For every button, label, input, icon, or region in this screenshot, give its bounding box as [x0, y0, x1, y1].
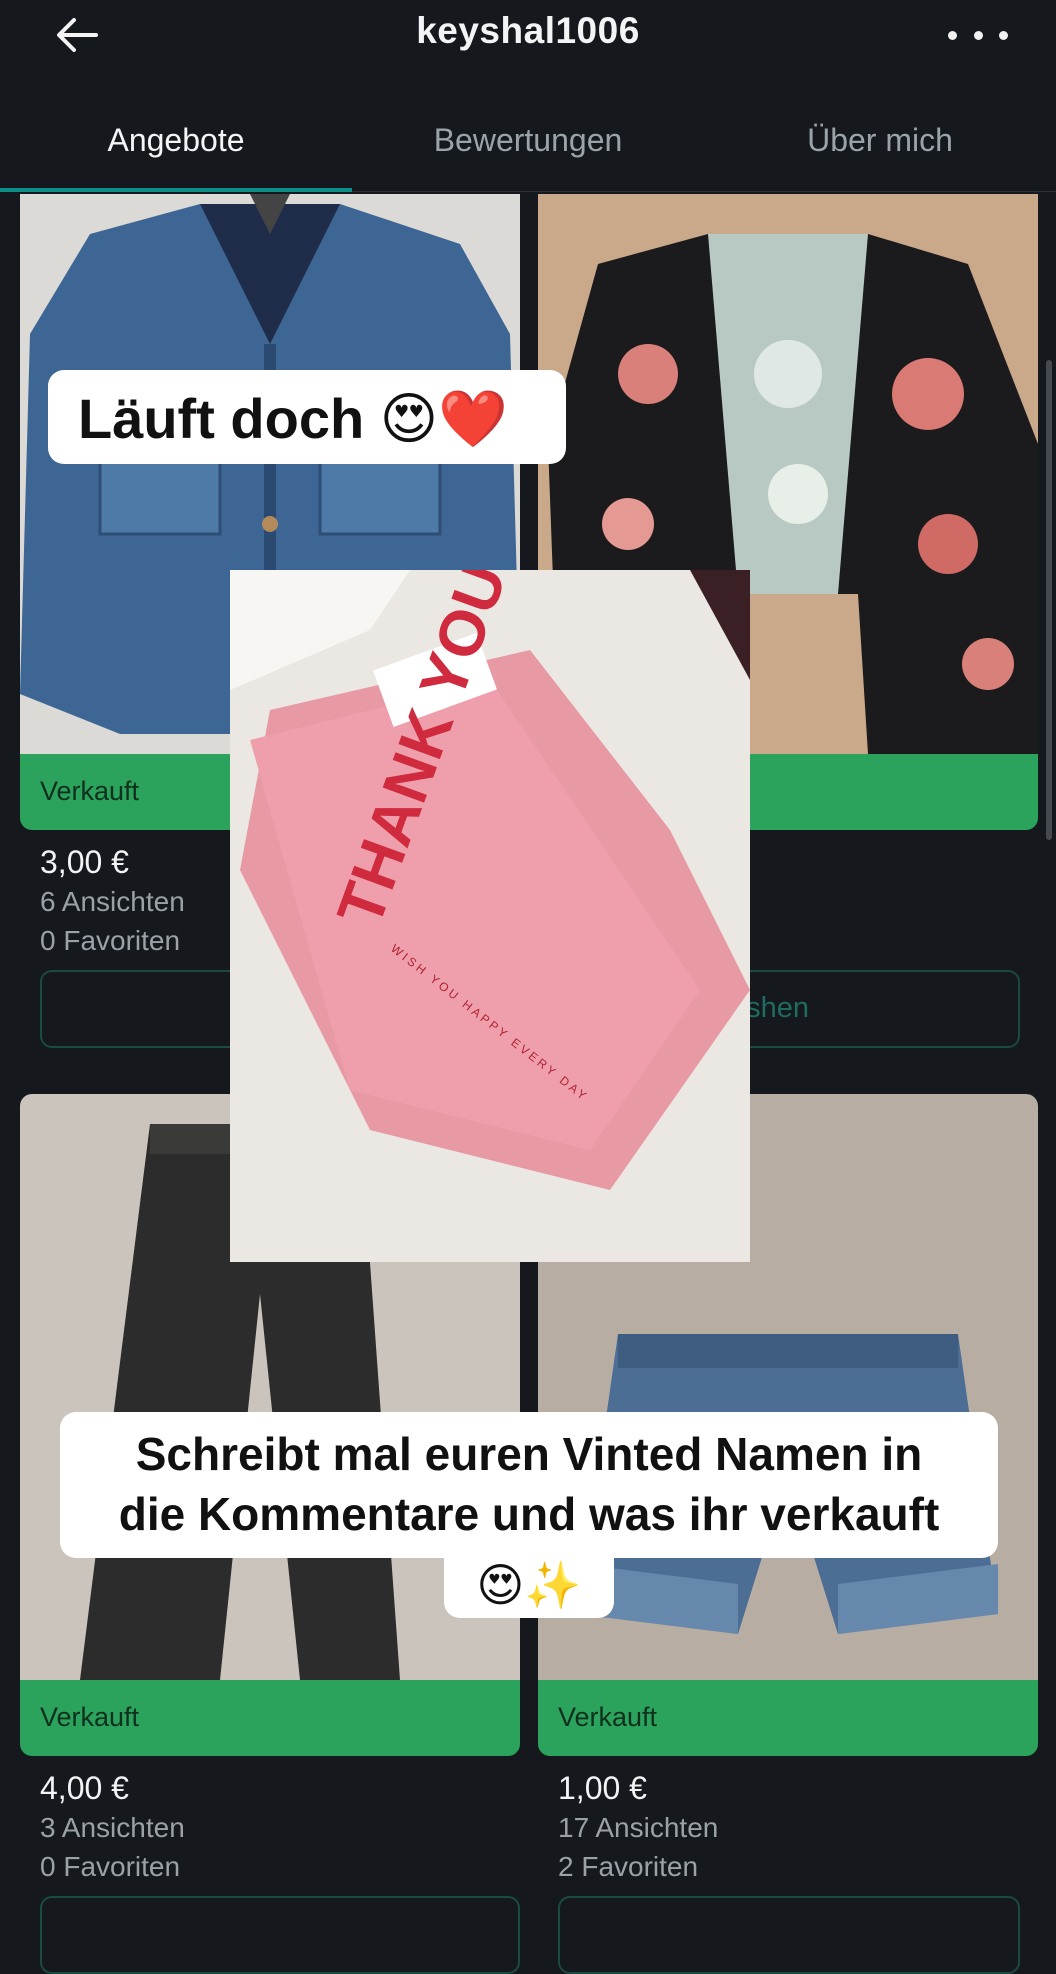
push-button[interactable] [40, 1896, 520, 1974]
profile-username: keyshal1006 [416, 10, 640, 51]
active-tab-indicator [0, 188, 352, 192]
tab-bewertungen[interactable]: Bewertungen [352, 122, 704, 159]
listing-favorites: 0 Favoriten [40, 925, 181, 956]
overlay-package-photo: THANK YOU WISH YOU HAPPY EVERY DAY [230, 570, 750, 1262]
listing-views: 3 Ansichten [40, 1812, 185, 1843]
top-bar: keyshal1006 [0, 0, 1056, 70]
listing-favorites: 0 Favoriten [40, 1851, 181, 1882]
listing-favorites: 2 Favoriten [558, 1851, 699, 1882]
more-options-icon[interactable] [948, 18, 1008, 52]
caption-top: Läuft doch 😍❤️ [48, 370, 566, 464]
push-button[interactable] [558, 1896, 1020, 1974]
scrollbar[interactable] [1046, 360, 1052, 840]
listing-price: 4,00 € [40, 1770, 129, 1806]
listing-views: 6 Ansichten [40, 886, 185, 917]
sold-banner: Verkauft [20, 1680, 520, 1756]
listing-price: 3,00 € [40, 844, 129, 880]
listing-price: 1,00 € [558, 1770, 647, 1806]
listing-views: 17 Ansichten [558, 1812, 719, 1843]
tab-angebote[interactable]: Angebote [0, 122, 352, 159]
sold-banner: Verkauft [538, 1680, 1038, 1756]
caption-bottom: Schreibt mal euren Vinted Namen in die K… [60, 1412, 998, 1558]
tab-ueber-mich[interactable]: Über mich [704, 122, 1056, 159]
profile-tabs: Angebote Bewertungen Über mich [0, 110, 1056, 192]
caption-bottom-emoji: 😍✨ [444, 1552, 614, 1618]
